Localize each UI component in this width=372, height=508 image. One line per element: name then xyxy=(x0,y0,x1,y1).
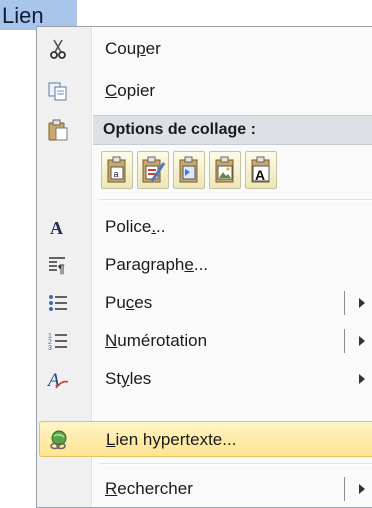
menu-item-label: Copier xyxy=(105,81,156,100)
menu-item-cut[interactable]: Couper xyxy=(39,31,372,67)
menu-item-numbering[interactable]: 1 2 3 Numérotation xyxy=(39,323,372,359)
picture-icon xyxy=(215,156,234,183)
paste-options-label: Options de collage : xyxy=(103,121,256,138)
menu-item-font[interactable]: A Police... xyxy=(39,209,372,245)
scissors-icon xyxy=(47,38,69,60)
paste-destination-styles-button[interactable] xyxy=(173,151,205,189)
svg-text:A: A xyxy=(255,167,265,183)
svg-text:A: A xyxy=(47,370,60,390)
styles-icon: A xyxy=(46,368,69,391)
submenu-divider xyxy=(344,291,345,315)
copy-icon xyxy=(47,80,69,102)
svg-text:3: 3 xyxy=(48,345,52,352)
clipboard-icon xyxy=(47,119,69,141)
menu-item-label: Police... xyxy=(105,217,166,236)
menu-item-label: Paragraphe... xyxy=(105,255,209,274)
submenu-divider xyxy=(344,477,345,501)
submenu-arrow-icon[interactable] xyxy=(359,484,365,494)
menu-item-label: Numérotation xyxy=(105,331,208,350)
keep-text-only-icon: A xyxy=(251,156,270,183)
menu-separator xyxy=(99,463,372,465)
menu-item-styles[interactable]: A Styles xyxy=(39,361,372,397)
menu-item-label: Styles xyxy=(105,369,152,388)
submenu-arrow-icon[interactable] xyxy=(359,336,365,346)
font-icon: A xyxy=(47,216,69,238)
menu-separator xyxy=(99,199,372,201)
menu-item-label: Puces xyxy=(105,293,153,312)
menu-item-copy[interactable]: Copier xyxy=(39,73,372,109)
menu-item-label: Couper xyxy=(105,39,161,58)
svg-text:A: A xyxy=(50,218,63,238)
paste-text-only-button[interactable]: A xyxy=(245,151,277,189)
keep-source-formatting-icon: a xyxy=(107,156,126,183)
menu-item-bullets[interactable]: Puces xyxy=(39,285,372,321)
bullets-icon xyxy=(47,292,69,314)
paragraph-icon: ¶ xyxy=(47,254,69,276)
menu-item-hyperlink[interactable]: Lien hypertexte... xyxy=(39,421,372,457)
submenu-arrow-icon[interactable] xyxy=(359,298,365,308)
svg-text:a: a xyxy=(114,169,119,179)
submenu-divider xyxy=(344,329,345,353)
numbering-icon: 1 2 3 xyxy=(47,330,69,352)
menu-item-paragraph[interactable]: ¶ Paragraphe... xyxy=(39,247,372,283)
menu-item-label: Lien hypertexte... xyxy=(106,430,237,449)
hyperlink-icon xyxy=(48,429,70,451)
merge-formatting-icon xyxy=(142,156,166,183)
paste-options-header: Options de collage : xyxy=(93,115,372,145)
paste-picture-button[interactable] xyxy=(209,151,241,189)
paste-merge-formatting-button[interactable] xyxy=(137,151,169,189)
submenu-arrow-icon xyxy=(359,374,365,384)
paste-keep-source-button[interactable]: a xyxy=(101,151,133,189)
use-destination-styles-icon xyxy=(179,156,198,183)
context-menu: Couper Copier Options de collage : a A A… xyxy=(36,26,372,508)
svg-text:¶: ¶ xyxy=(58,262,65,276)
